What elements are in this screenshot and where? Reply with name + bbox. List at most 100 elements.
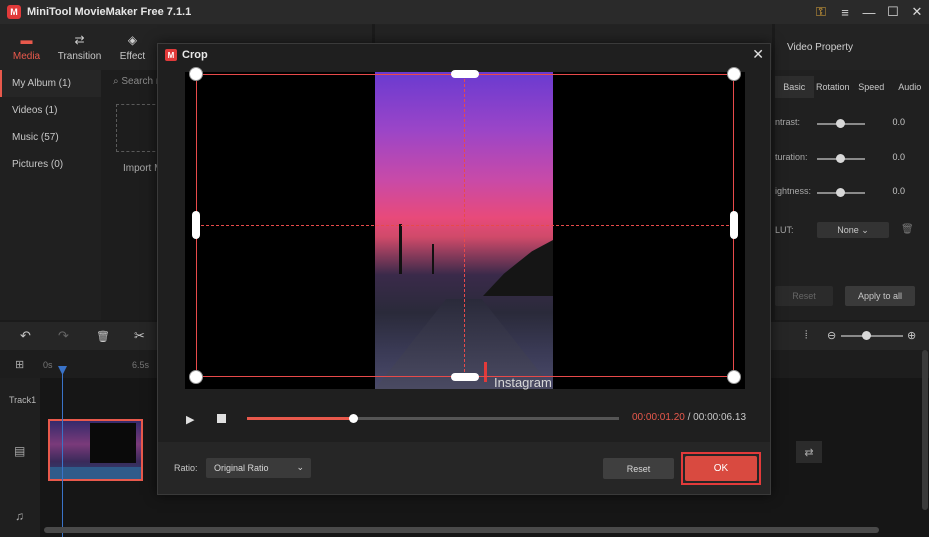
close-window-button[interactable]: ✕ (905, 4, 929, 20)
crop-handle-bottom-left[interactable] (189, 370, 203, 384)
property-title: Video Property (787, 42, 853, 53)
apply-to-all-button[interactable]: Apply to all (845, 286, 915, 306)
sidebar-item-my-album[interactable]: My Album (1) (0, 70, 101, 97)
fit-timeline-icon[interactable]: ⦙ (805, 329, 807, 342)
ratio-select-value: Original Ratio (214, 463, 269, 473)
title-bar: M MiniTool MovieMaker Free 7.1.1 ⚿ ≡ — ☐… (0, 0, 929, 24)
crop-handle-top-left[interactable] (189, 67, 203, 81)
property-panel: Basic Rotation Speed Audio ntrast: 0.0 t… (775, 70, 929, 320)
zoom-out-icon[interactable]: ⊖ (827, 329, 836, 342)
playback-progress-bar[interactable] (247, 414, 619, 423)
crop-handle-left[interactable] (192, 211, 200, 239)
playback-progress-fill (247, 417, 354, 420)
sidebar-item-videos[interactable]: Videos (1) (0, 97, 101, 124)
crop-reset-button[interactable]: Reset (603, 458, 674, 479)
maximize-button[interactable]: ☐ (881, 4, 905, 20)
track1-label: Track1 (9, 395, 37, 405)
crop-handle-top-right[interactable] (727, 67, 741, 81)
saturation-slider-knob[interactable] (836, 154, 845, 163)
minimize-button[interactable]: — (857, 5, 881, 20)
contrast-row: ntrast: 0.0 (775, 117, 929, 131)
property-tabs: Basic Rotation Speed Audio (775, 76, 929, 98)
tab-transition-label: Transition (57, 50, 102, 62)
crop-close-button[interactable]: ✕ (752, 46, 764, 63)
playback-progress-knob[interactable] (349, 414, 359, 423)
lut-trash-icon[interactable]: 🗑 (901, 224, 914, 235)
saturation-row: turation: 0.0 (775, 152, 929, 166)
lut-select[interactable]: None ⌄ (817, 222, 889, 238)
tab-audio[interactable]: Audio (891, 76, 929, 98)
tab-rotation[interactable]: Rotation (814, 76, 853, 98)
brightness-slider-knob[interactable] (836, 188, 845, 197)
zoom-slider-knob[interactable] (861, 331, 871, 340)
tab-effect-label: Effect (119, 50, 146, 62)
brightness-row: ightness: 0.0 (775, 186, 929, 200)
sidebar-item-pictures[interactable]: Pictures (0) (0, 151, 101, 178)
crop-dialog: M Crop ✕ Instagram ▶ 00:00:01.20 / 00:00… (157, 43, 771, 495)
brightness-value: 0.0 (892, 186, 905, 196)
saturation-label: turation: (775, 152, 808, 162)
timeline-vertical-scrollbar[interactable] (922, 350, 928, 510)
delete-icon[interactable]: 🗑 (96, 330, 110, 343)
lut-label: LUT: (775, 225, 794, 235)
stop-button[interactable] (217, 414, 226, 423)
add-track-icon[interactable]: ⊞ (15, 358, 24, 371)
tab-media[interactable]: ▬ Media (0, 24, 53, 70)
swap-transition-icon[interactable]: ⇄ (796, 441, 822, 463)
search-input[interactable]: ⌕ Search n (113, 76, 161, 87)
current-time: 00:00:01.20 (632, 412, 685, 423)
contrast-label: ntrast: (775, 117, 801, 127)
ok-button[interactable]: OK (685, 456, 757, 481)
ratio-label: Ratio: (174, 463, 198, 473)
clip-audio-wave (50, 467, 141, 479)
split-icon[interactable]: ✂ (134, 328, 145, 344)
tab-effect[interactable]: ◈ Effect (106, 24, 159, 70)
film-icon: ▤ (14, 444, 26, 458)
zoom-in-icon[interactable]: ⊕ (907, 329, 916, 342)
brightness-label: ightness: (775, 186, 812, 196)
music-icon: ♫ (15, 509, 24, 523)
undo-icon[interactable]: ↶ (20, 328, 31, 344)
tab-media-label: Media (12, 50, 41, 62)
crop-dialog-footer: Ratio: Original Ratio ⌄ Reset OK (158, 442, 770, 494)
transition-icon: ⇄ (74, 32, 85, 47)
property-reset-button[interactable]: Reset (775, 286, 833, 306)
contrast-slider-knob[interactable] (836, 119, 845, 128)
app-logo-icon: M (7, 5, 21, 19)
saturation-value: 0.0 (892, 152, 905, 162)
contrast-value: 0.0 (892, 117, 905, 127)
sidebar-item-music[interactable]: Music (57) (0, 124, 101, 151)
ruler-mid-label: 6.5s (132, 360, 150, 370)
crop-dialog-titlebar: M Crop ✕ (158, 44, 770, 66)
window-controls: ⚿ ≡ — ☐ ✕ (809, 0, 929, 24)
zoom-control: ⦙ ⊖ ⊕ (805, 329, 923, 343)
effect-icon: ◈ (127, 32, 138, 47)
chevron-down-icon: ⌄ (296, 462, 304, 472)
key-icon[interactable]: ⚿ (809, 4, 833, 20)
tab-speed[interactable]: Speed (852, 76, 891, 98)
ratio-select[interactable]: Original Ratio ⌄ (206, 458, 311, 478)
playback-time: 00:00:01.20 / 00:00:06.13 (632, 412, 746, 423)
crop-handle-bottom-right[interactable] (727, 370, 741, 384)
crop-handle-bottom[interactable] (451, 373, 479, 381)
clip-thumbnail (90, 423, 136, 463)
crop-guide-horizontal (196, 225, 734, 226)
play-button[interactable]: ▶ (186, 413, 194, 426)
app-title: MiniTool MovieMaker Free 7.1.1 (27, 6, 192, 18)
timeline-horizontal-scrollbar[interactable] (44, 527, 879, 533)
ruler-start-label: 0s (43, 360, 53, 370)
tab-basic[interactable]: Basic (775, 76, 814, 98)
zoom-slider[interactable] (841, 335, 903, 337)
crop-handle-top[interactable] (451, 70, 479, 78)
tab-transition[interactable]: ⇄ Transition (53, 24, 106, 70)
media-sidebar: My Album (1) Videos (1) Music (57) Pictu… (0, 70, 101, 320)
total-time: 00:00:06.13 (693, 412, 746, 423)
track-labels: Track1 ▤ ♫ (0, 378, 40, 537)
playhead[interactable] (62, 368, 63, 537)
property-header: Video Property (775, 24, 929, 70)
media-icon: ▬ (20, 32, 33, 47)
menu-icon[interactable]: ≡ (833, 5, 857, 20)
redo-icon[interactable]: ↷ (58, 328, 69, 344)
crop-handle-right[interactable] (730, 211, 738, 239)
crop-dialog-logo-icon: M (165, 49, 177, 61)
